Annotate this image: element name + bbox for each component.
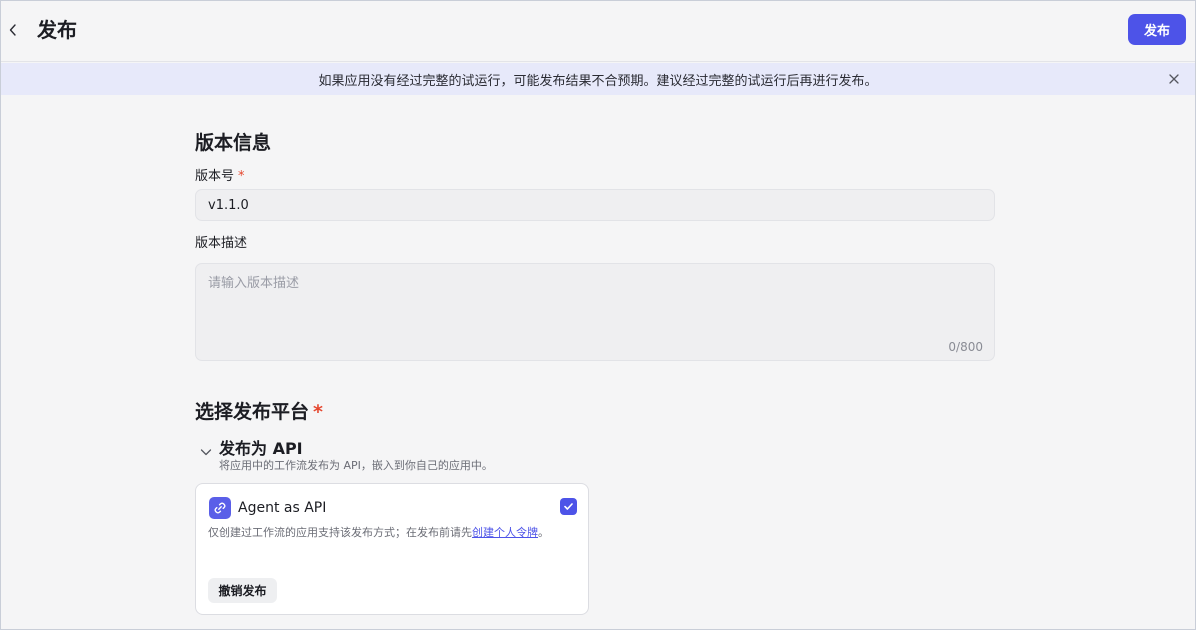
- required-mark: *: [238, 169, 245, 184]
- notice-text: 如果应用没有经过完整的试运行，可能发布结果不合预期。建议经过完整的试运行后再进行…: [318, 73, 878, 89]
- api-group-description: 将应用中的工作流发布为 API，嵌入到你自己的应用中。: [219, 459, 493, 472]
- api-group-title: 发布为 API: [219, 439, 303, 458]
- platform-required-mark: *: [313, 401, 323, 423]
- notice-close-button[interactable]: [1167, 72, 1181, 86]
- page-header: 发布 发布: [1, 1, 1195, 62]
- chevron-down-icon: [200, 449, 212, 456]
- version-number-label-text: 版本号: [195, 169, 235, 184]
- back-button[interactable]: [3, 18, 23, 42]
- publish-button[interactable]: 发布: [1128, 14, 1186, 45]
- back-arrow-icon: [9, 24, 16, 36]
- create-token-link[interactable]: 创建个人令牌: [472, 526, 538, 539]
- platform-section-title: 选择发布平台 *: [195, 397, 323, 424]
- card-description-suffix: 。: [538, 526, 549, 539]
- link-icon: [209, 497, 231, 519]
- page-title: 发布: [37, 18, 77, 42]
- version-number-input[interactable]: [195, 189, 995, 221]
- version-info-title: 版本信息: [195, 132, 272, 154]
- api-group-toggle[interactable]: 发布为 API 将应用中的工作流发布为 API，嵌入到你自己的应用中。: [198, 435, 558, 472]
- card-description-prefix: 仅创建过工作流的应用支持该发布方式；在发布前请先: [208, 526, 472, 539]
- version-number-label: 版本号 *: [195, 165, 245, 184]
- char-counter: 0/800: [948, 340, 983, 354]
- version-description-input[interactable]: [195, 263, 995, 361]
- platform-section-title-text: 选择发布平台: [195, 401, 310, 423]
- agent-api-checkbox[interactable]: [560, 498, 577, 515]
- agent-as-api-card[interactable]: Agent as API 仅创建过工作流的应用支持该发布方式；在发布前请先创建个…: [195, 483, 589, 615]
- checkmark-icon: [564, 503, 573, 510]
- notice-banner: 如果应用没有经过完整的试运行，可能发布结果不合预期。建议经过完整的试运行后再进行…: [1, 63, 1195, 95]
- unpublish-button[interactable]: 撤销发布: [208, 578, 277, 603]
- close-icon: [1169, 74, 1179, 84]
- card-description: 仅创建过工作流的应用支持该发布方式；在发布前请先创建个人令牌。: [208, 525, 573, 541]
- card-title: Agent as API: [238, 500, 327, 516]
- version-description-label: 版本描述: [195, 236, 248, 251]
